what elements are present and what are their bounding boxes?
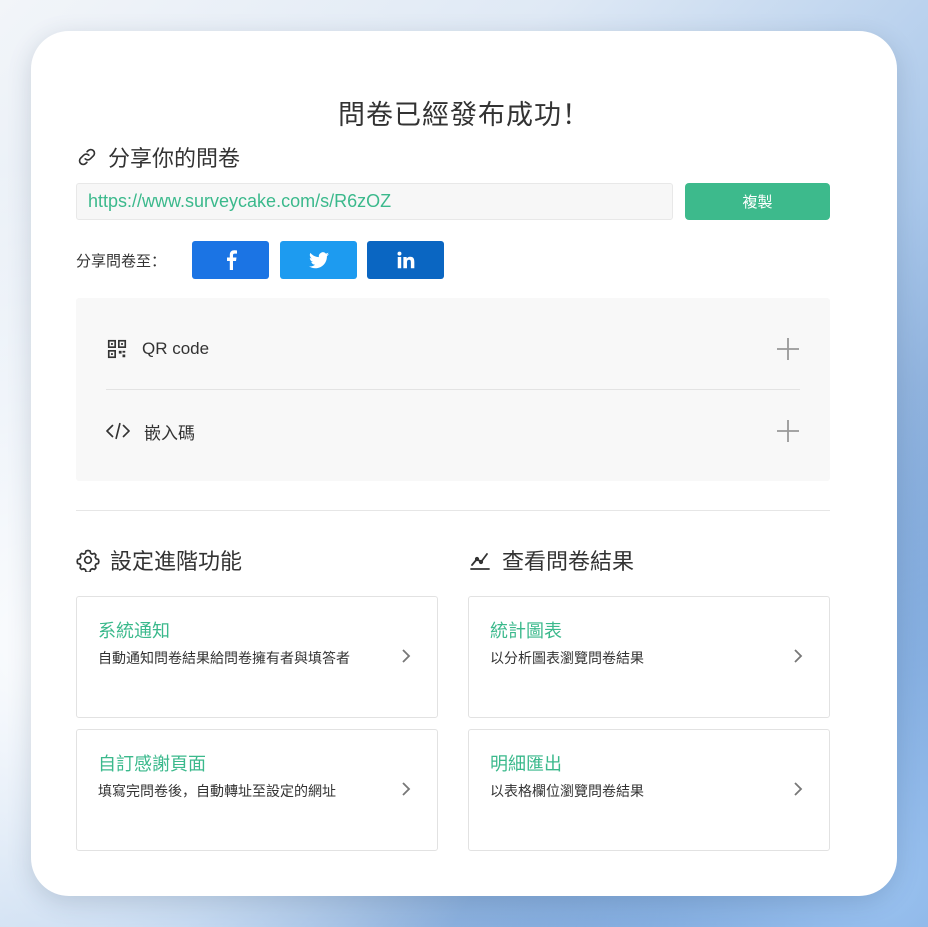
tile-description: 填寫完問卷後，自動轉址至設定的網址 <box>98 784 336 800</box>
share-twitter-button[interactable] <box>280 241 357 279</box>
share-to-label: 分享問卷至： <box>76 252 167 270</box>
chevron-right-icon <box>402 782 411 796</box>
gear-icon <box>76 549 100 572</box>
expand-plus-icon[interactable] <box>776 337 800 361</box>
tile-title: 自訂感謝頁面 <box>98 754 206 775</box>
tile-details-export[interactable]: 明細匯出 以表格欄位瀏覽問卷結果 <box>468 729 830 851</box>
chevron-right-icon <box>794 782 803 796</box>
share-facebook-button[interactable] <box>192 241 269 279</box>
tile-title: 統計圖表 <box>490 621 562 642</box>
chart-icon <box>470 553 490 570</box>
accordion-item-label: 嵌入碼 <box>144 423 195 443</box>
tile-title: 系統通知 <box>98 621 170 642</box>
chevron-right-icon <box>794 649 803 663</box>
chevron-right-icon <box>402 649 411 663</box>
expand-plus-icon[interactable] <box>776 419 800 443</box>
qr-code-icon <box>107 339 127 359</box>
accordion-item-label: QR code <box>142 339 210 358</box>
tile-custom-thank-you-page[interactable]: 自訂感謝頁面 填寫完問卷後，自動轉址至設定的網址 <box>76 729 438 851</box>
share-options-accordion: QR code 嵌入碼 <box>76 298 830 481</box>
results-section-heading: 查看問卷結果 <box>468 544 634 576</box>
accordion-item-qr-code[interactable]: QR code <box>106 309 800 389</box>
facebook-icon <box>226 250 237 270</box>
survey-url-field[interactable]: https://www.surveycake.com/s/R6zOZ <box>76 183 673 220</box>
share-linkedin-button[interactable] <box>367 241 444 279</box>
linkedin-icon <box>397 251 414 269</box>
tile-title: 明細匯出 <box>490 754 562 775</box>
accordion-item-embed-code[interactable]: 嵌入碼 <box>106 391 800 471</box>
accordion-divider <box>106 389 800 390</box>
survey-url-text: https://www.surveycake.com/s/R6zOZ <box>88 191 392 211</box>
code-icon <box>106 422 130 440</box>
link-icon <box>78 148 96 166</box>
share-heading-text: 分享你的問卷 <box>108 147 241 172</box>
tile-statistics-charts[interactable]: 統計圖表 以分析圖表瀏覽問卷結果 <box>468 596 830 718</box>
tile-system-notification[interactable]: 系統通知 自動通知問卷結果給問卷擁有者與填答者 <box>76 596 438 718</box>
twitter-icon <box>308 251 329 268</box>
dialog-title: 問卷已經發布成功！ <box>338 100 590 131</box>
tile-description: 以表格欄位瀏覽問卷結果 <box>490 784 644 800</box>
settings-section-heading: 設定進階功能 <box>76 544 242 576</box>
tile-description: 以分析圖表瀏覽問卷結果 <box>490 651 644 667</box>
settings-heading-text: 設定進階功能 <box>110 550 243 575</box>
copy-button[interactable]: 複製 <box>685 183 830 220</box>
share-section-heading: 分享你的問卷 <box>76 141 240 173</box>
publish-success-dialog: 問卷已經發布成功！ 分享你的問卷 https://www.surveycake.… <box>31 31 897 896</box>
tile-description: 自動通知問卷結果給問卷擁有者與填答者 <box>98 651 350 667</box>
results-heading-text: 查看問卷結果 <box>502 550 635 575</box>
section-divider <box>76 510 830 511</box>
